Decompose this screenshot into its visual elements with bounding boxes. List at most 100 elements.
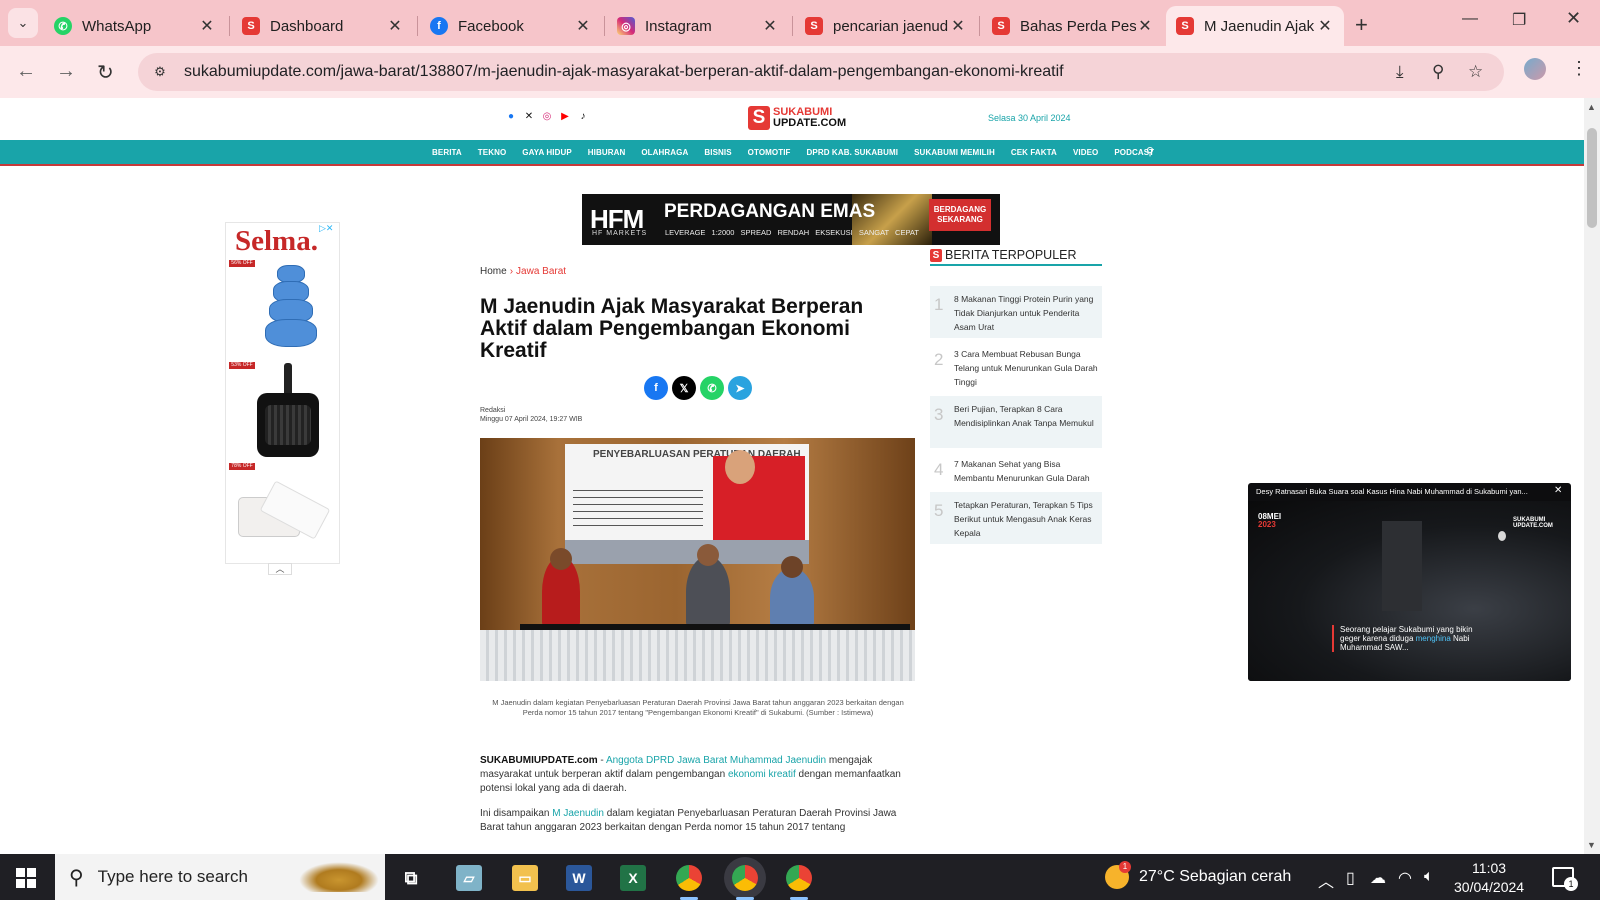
wifi-icon[interactable]: ◠ [1398,868,1412,888]
tab-pencarian-jaenudin[interactable]: S pencarian jaenudin ✕ [795,6,977,46]
breadcrumb-home[interactable]: Home [480,266,507,277]
tab-dashboard[interactable]: S Dashboard ✕ [232,6,414,46]
tab-bahas-perda[interactable]: S Bahas Perda Pesantren ✕ [982,6,1164,46]
share-facebook-icon[interactable]: f [644,376,668,400]
word-icon[interactable]: W [566,865,592,891]
nav-item-berita[interactable]: BERITA [432,148,462,157]
popular-title[interactable]: Beri Pujian, Terapkan 8 Cara Mendisiplin… [954,402,1098,448]
popular-title[interactable]: 8 Makanan Tinggi Protein Purin yang Tida… [954,292,1098,338]
windows-start-icon[interactable] [16,868,36,888]
nav-item-dprd[interactable]: DPRD KAB. SUKABUMI [807,148,899,157]
bookmark-star-icon[interactable]: ☆ [1468,62,1483,82]
address-bar[interactable]: ⚙ sukabumiupdate.com/jawa-barat/138807/m… [138,53,1504,91]
nav-item-gaya-hidup[interactable]: GAYA HIDUP [522,148,571,157]
link-ekonomi-kreatif[interactable]: ekonomi kreatif [728,769,796,780]
tab-instagram[interactable]: ◎ Instagram ✕ [607,6,789,46]
nav-item-hiburan[interactable]: HIBURAN [588,148,626,157]
search-icon[interactable]: ⚲ [1146,145,1154,158]
ad-cta-button[interactable]: BERDAGANG SEKARANG [929,199,991,231]
close-tab-icon[interactable]: ✕ [1136,16,1154,36]
x-twitter-icon[interactable]: ✕ [524,112,534,122]
url-text[interactable]: sukabumiupdate.com/jawa-barat/138807/m-j… [184,63,1064,81]
taskbar-search-box[interactable]: ⚲ Type here to search [55,854,385,900]
chrome-profile-icon[interactable] [732,865,758,900]
nav-item-video[interactable]: VIDEO [1073,148,1098,157]
forward-arrow-icon[interactable]: → [56,60,76,83]
system-clock[interactable]: 11:03 30/04/2024 [1454,859,1524,897]
tab-title: Bahas Perda Pesantren [1020,17,1136,35]
scrollbar-thumb[interactable] [1587,128,1597,228]
popular-item[interactable]: 2 3 Cara Membuat Rebusan Bunga Telang unt… [930,341,1102,393]
close-tab-icon[interactable]: ✕ [949,16,967,36]
tiktok-icon[interactable]: ♪ [578,112,588,122]
chrome-icon[interactable] [676,865,702,900]
instagram-icon[interactable]: ◎ [542,112,552,122]
floating-video-player[interactable]: Desy Ratnasari Buka Suara soal Kasus Hin… [1248,483,1571,681]
youtube-icon[interactable]: ▶ [560,112,570,122]
popular-item[interactable]: 3 Beri Pujian, Terapkan 8 Cara Mendisipli… [930,396,1102,448]
selma-side-ad[interactable]: Selma. ▷✕ 56% OFF 53% OFF 78% OFF ︿ [225,222,340,575]
close-window-icon[interactable]: ✕ [1566,8,1581,29]
popular-item[interactable]: 1 8 Makanan Tinggi Protein Purin yang Tid… [930,286,1102,338]
nav-item-tekno[interactable]: TEKNO [478,148,507,157]
back-arrow-icon[interactable]: ← [16,60,36,83]
hfm-banner-ad[interactable]: HFM HF MARKETS PERDAGANGAN EMAS LEVERAGE… [582,194,1000,245]
new-tab-button[interactable]: + [1355,12,1368,38]
profile-avatar[interactable] [1524,58,1546,80]
link-muhammad-jaenudin[interactable]: Anggota DPRD Jawa Barat Muhammad Jaenudi… [606,755,826,766]
link-m-jaenudin[interactable]: M Jaenudin [552,808,604,819]
chrome-profile-icon[interactable] [786,865,812,900]
close-video-icon[interactable]: ✕ [1554,485,1562,496]
close-tab-icon[interactable]: ✕ [198,16,216,36]
nav-item-bisnis[interactable]: BISNIS [704,148,731,157]
tab-whatsapp[interactable]: ✆ WhatsApp ✕ [44,6,226,46]
share-telegram-icon[interactable]: ➤ [728,376,752,400]
close-tab-icon[interactable]: ✕ [761,16,779,36]
popular-title[interactable]: 7 Makanan Sehat yang Bisa Membantu Menur… [954,457,1098,489]
onedrive-cloud-icon[interactable]: ☁ [1370,868,1386,888]
volume-icon[interactable]: 🔈︎ [1424,868,1434,886]
share-x-icon[interactable]: 𝕏 [672,376,696,400]
popular-title[interactable]: Tetapkan Peraturan, Terapkan 5 Tips Beri… [954,498,1098,544]
collapse-ad-chevron-up-icon[interactable]: ︿ [268,563,292,575]
nav-item-otomotif[interactable]: OTOMOTIF [748,148,791,157]
notification-center-icon[interactable]: 1 [1552,867,1578,891]
menu-kebab-icon[interactable]: ⋮ [1570,58,1588,79]
app-icon[interactable]: ▱ [456,865,482,891]
install-app-icon[interactable]: ⤓ [1396,62,1404,82]
device-icon[interactable]: ▯ [1346,868,1355,888]
restore-icon[interactable]: ❐ [1512,10,1526,30]
share-whatsapp-icon[interactable]: ✆ [700,376,724,400]
excel-icon[interactable]: X [620,865,646,891]
person-center-head [697,544,719,566]
close-tab-icon[interactable]: ✕ [386,16,404,36]
file-explorer-icon[interactable]: ▭ [512,865,538,891]
tab-m-jaenudin-active[interactable]: S M Jaenudin Ajak ✕ [1166,6,1344,46]
facebook-icon[interactable]: ● [506,112,516,122]
task-view-icon[interactable]: ⧉ [398,865,424,891]
close-tab-icon[interactable]: ✕ [574,16,592,36]
minimize-icon[interactable]: — [1462,10,1478,28]
reload-icon[interactable]: ↻ [97,60,114,85]
nav-item-olahraga[interactable]: OLAHRAGA [641,148,688,157]
search-placeholder[interactable]: Type here to search [98,867,248,887]
page-scrollbar[interactable]: ▲ ▼ [1584,98,1600,854]
site-logo[interactable]: S SUKABUMI UPDATE.COM [748,106,846,130]
nav-item-sukabumi-memilih[interactable]: SUKABUMI MEMILIH [914,148,995,157]
site-info-icon[interactable]: ⚙ [148,60,172,84]
popular-title[interactable]: 3 Cara Membuat Rebusan Bunga Telang untu… [954,347,1098,393]
popular-item[interactable]: 5 Tetapkan Peraturan, Terapkan 5 Tips Ber… [930,492,1102,544]
close-tab-icon[interactable]: ✕ [1316,16,1334,36]
tab-facebook[interactable]: f Facebook ✕ [420,6,602,46]
ad-choices-icon[interactable]: ▷✕ [319,223,333,234]
weather-widget[interactable]: 27°C Sebagian cerah [1105,861,1291,889]
breadcrumb-section[interactable]: Jawa Barat [516,266,566,277]
author[interactable]: Redaksi [480,406,582,415]
scroll-down-icon[interactable]: ▼ [1587,840,1596,850]
show-hidden-icons-chevron-icon[interactable]: ︿ [1318,868,1334,892]
nav-item-cek-fakta[interactable]: CEK FAKTA [1011,148,1057,157]
tab-search-button[interactable]: ⌄ [8,8,38,38]
zoom-icon[interactable]: ⚲ [1432,62,1444,82]
popular-item[interactable]: 4 7 Makanan Sehat yang Bisa Membantu Menu… [930,451,1102,489]
scroll-up-icon[interactable]: ▲ [1587,102,1596,112]
